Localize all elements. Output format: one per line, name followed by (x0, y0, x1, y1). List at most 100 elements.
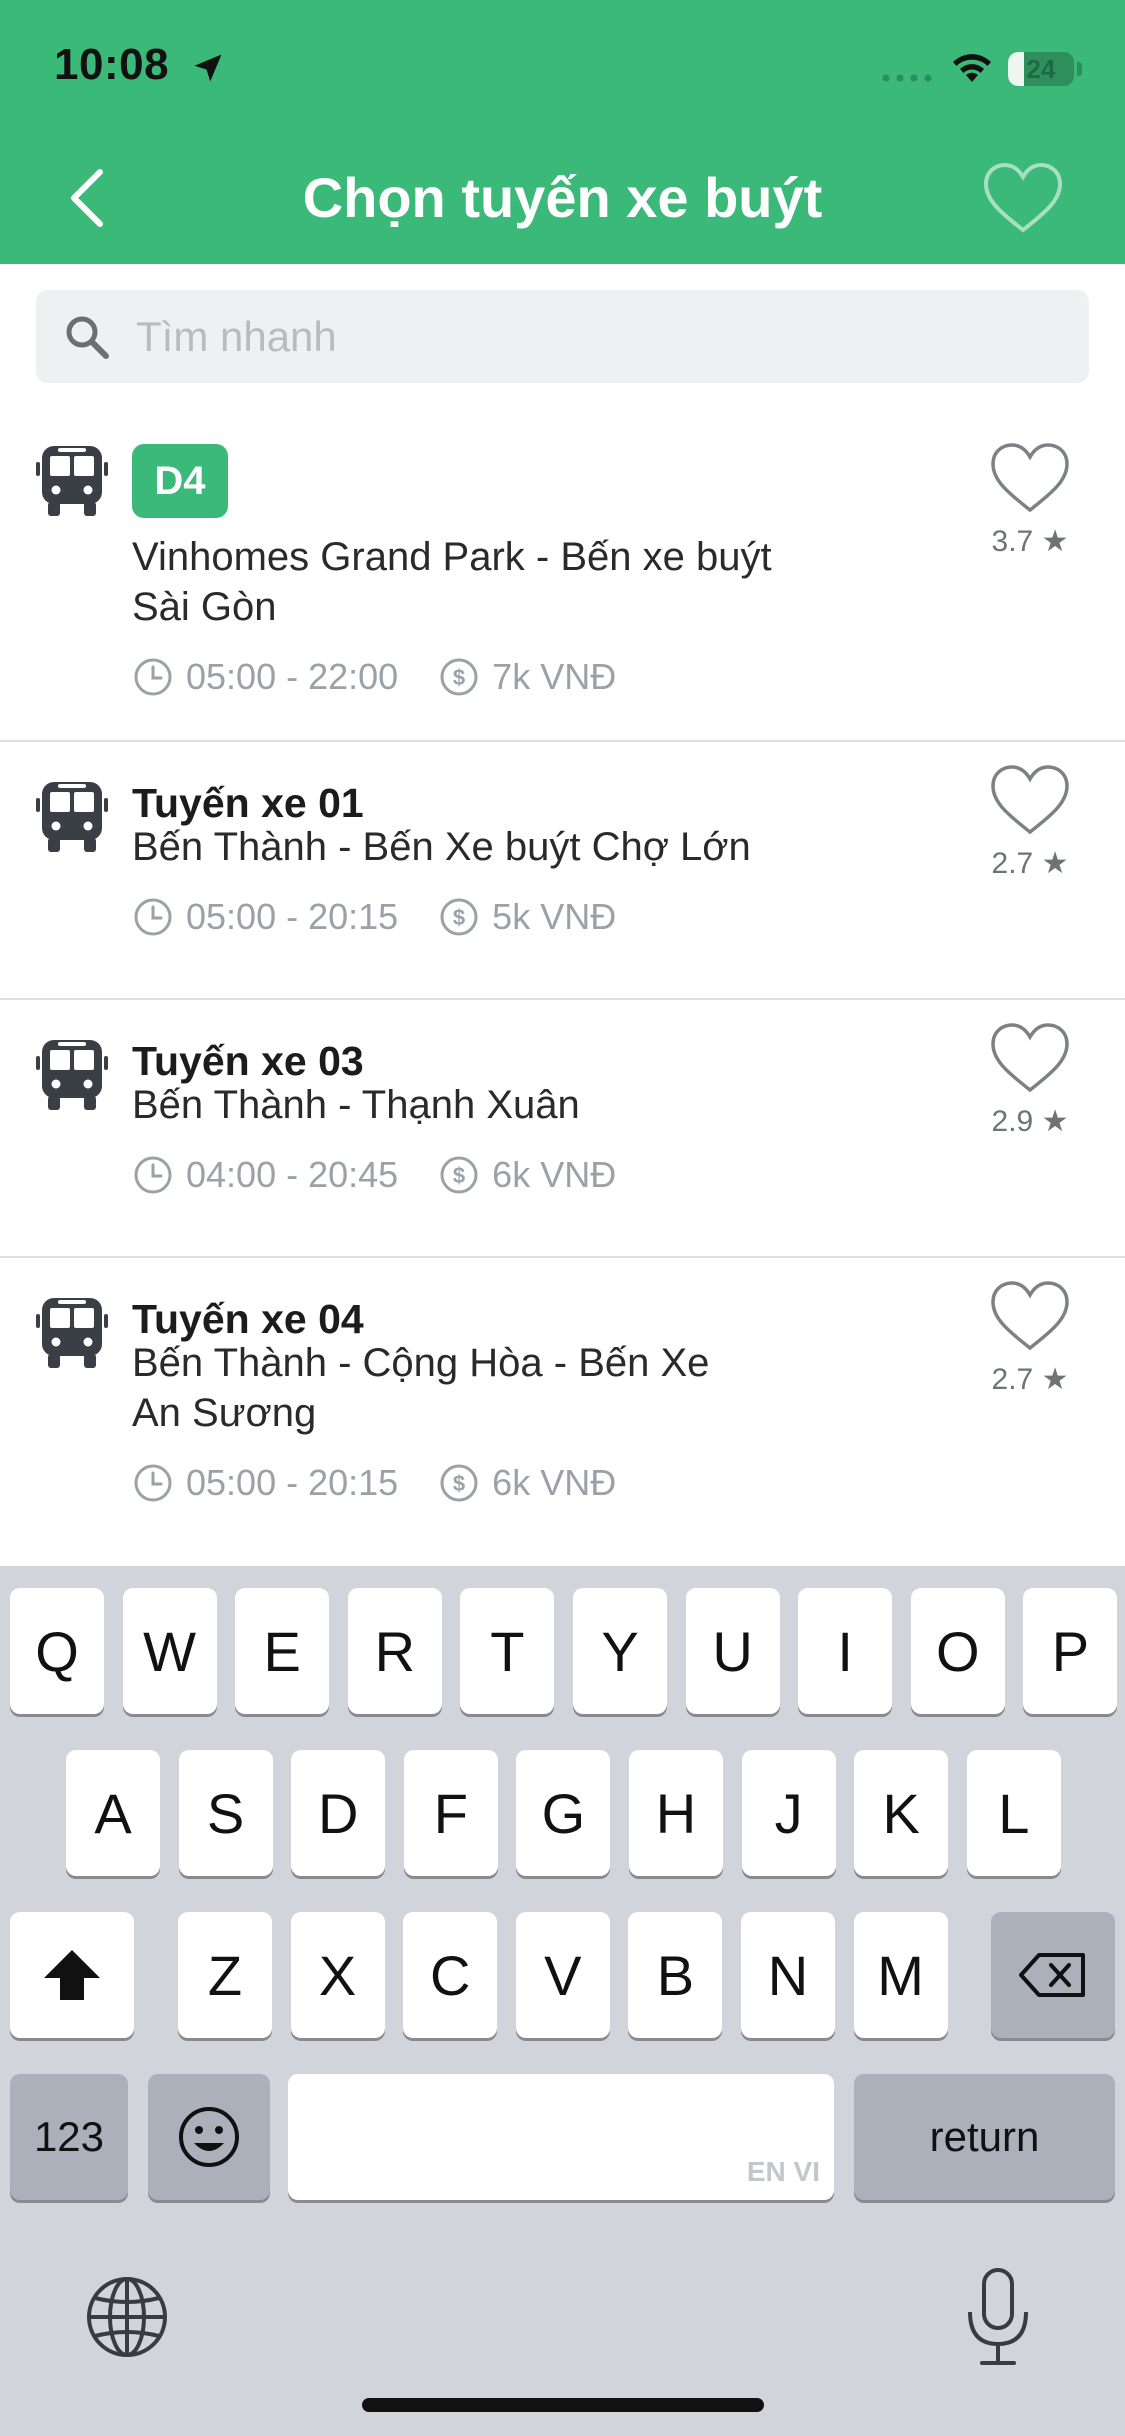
svg-text:$: $ (453, 1163, 465, 1188)
heart-outline-icon[interactable] (980, 160, 1066, 236)
key-s[interactable]: S (178, 1750, 273, 1876)
location-arrow-icon (194, 54, 222, 82)
key-t[interactable]: T (460, 1588, 555, 1714)
route-item[interactable]: D4 Vinhomes Grand Park - Bến xe buýt Sài G… (0, 420, 1125, 742)
numbers-key-label: 123 (33, 2113, 105, 2160)
route-fare: 7k VNĐ (492, 656, 617, 697)
cellular-signal-icon (882, 74, 932, 82)
coin-dollar-icon: $ (440, 1156, 478, 1194)
clock-icon (134, 658, 172, 696)
key-u[interactable]: U (685, 1588, 780, 1714)
route-item[interactable]: Tuyến xe 03 Bến Thành - Thạnh Xuân 04:00 -… (0, 1000, 1125, 1258)
key-d[interactable]: D (291, 1750, 386, 1876)
route-rating: 2.7 ★ (991, 847, 1069, 880)
key-v[interactable]: V (515, 1912, 610, 2038)
key-w[interactable]: W (122, 1588, 217, 1714)
route-badge: D4 (132, 444, 228, 518)
route-description: Bến Thành - Cộng Hòa - Bến Xe An Sương (132, 1338, 872, 1438)
app-screen: 10:08 24 Chọn tuyến xe buýt Tìm nhanh D4… (0, 0, 1125, 2436)
battery-charging-icon: 24 (1008, 52, 1074, 86)
space-key[interactable]: EN VI (288, 2074, 834, 2200)
clock-icon (134, 1464, 172, 1502)
route-description: Vinhomes Grand Park - Bến xe buýt Sài Gòn (132, 532, 872, 632)
svg-text:$: $ (453, 1471, 465, 1496)
bus-icon (36, 778, 108, 854)
route-description-line: An Sương (132, 1391, 317, 1435)
route-description: Bến Thành - Thạnh Xuân (132, 1080, 872, 1130)
route-name: Tuyến xe 04 (132, 1296, 364, 1342)
route-list: D4 Vinhomes Grand Park - Bến xe buýt Sài G… (0, 420, 1125, 1566)
key-n[interactable]: N (741, 1912, 835, 2038)
route-description-line: Vinhomes Grand Park - Bến xe buýt (132, 535, 772, 579)
numbers-key[interactable]: 123 (10, 2074, 128, 2200)
route-meta: 05:00 - 22:00 $7k VNĐ (132, 652, 656, 702)
route-hours: 04:00 - 20:45 (186, 1154, 399, 1195)
status-time: 10:08 (54, 40, 170, 89)
heart-outline-icon[interactable] (988, 1278, 1072, 1354)
microphone-icon[interactable] (958, 2266, 1038, 2368)
key-m[interactable]: M (853, 1912, 948, 2038)
key-e[interactable]: E (235, 1588, 330, 1714)
backspace-icon (1019, 1953, 1085, 1997)
bus-icon (36, 1294, 108, 1370)
heart-outline-icon[interactable] (988, 1020, 1072, 1096)
shift-key[interactable] (10, 1912, 134, 2038)
key-r[interactable]: R (347, 1588, 442, 1714)
page-title: Chọn tuyến xe buýt (302, 166, 823, 229)
back-button[interactable] (60, 160, 120, 236)
battery-cap (1077, 62, 1082, 76)
svg-text:$: $ (453, 905, 465, 930)
key-c[interactable]: C (403, 1912, 498, 2038)
route-name: Tuyến xe 01 (132, 780, 364, 826)
route-hours: 05:00 - 20:15 (186, 896, 399, 937)
route-hours: 05:00 - 20:15 (186, 1462, 399, 1503)
header-bar: 10:08 24 Chọn tuyến xe buýt (0, 0, 1125, 264)
globe-icon[interactable] (82, 2272, 172, 2362)
emoji-key[interactable] (148, 2074, 270, 2200)
key-q[interactable]: Q (10, 1588, 104, 1714)
return-key[interactable]: return (854, 2074, 1115, 2200)
key-x[interactable]: X (290, 1912, 385, 2038)
route-description-line: Bến Thành - Thạnh Xuân (132, 1083, 580, 1127)
key-k[interactable]: K (854, 1750, 949, 1876)
shift-icon (44, 1950, 100, 2000)
space-language-hint: EN VI (746, 2156, 820, 2187)
key-j[interactable]: J (741, 1750, 836, 1876)
heart-outline-icon[interactable] (988, 440, 1072, 516)
route-meta: 04:00 - 20:45 $6k VNĐ (132, 1150, 656, 1200)
route-item[interactable]: Tuyến xe 04 Bến Thành - Cộng Hòa - Bến Xe… (0, 1258, 1125, 1566)
key-z[interactable]: Z (178, 1912, 272, 2038)
key-g[interactable]: G (516, 1750, 611, 1876)
search-input[interactable] (136, 290, 1066, 383)
backspace-key[interactable] (991, 1912, 1115, 2038)
key-l[interactable]: L (966, 1750, 1061, 1876)
key-a[interactable]: A (66, 1750, 160, 1876)
route-item[interactable]: Tuyến xe 01 Bến Thành - Bến Xe buýt Chợ L… (0, 742, 1125, 1000)
route-name: Tuyến xe 03 (132, 1038, 364, 1084)
route-rating: 2.7 ★ (991, 1363, 1069, 1396)
home-indicator (362, 2398, 764, 2412)
search-icon (66, 316, 109, 359)
key-f[interactable]: F (403, 1750, 498, 1876)
clock-icon (134, 898, 172, 936)
key-o[interactable]: O (910, 1588, 1005, 1714)
clock-icon (134, 1156, 172, 1194)
battery-percentage: 24 (1026, 53, 1056, 84)
key-b[interactable]: B (628, 1912, 723, 2038)
route-description-line: Sài Gòn (132, 585, 277, 629)
return-key-label: return (929, 2113, 1040, 2160)
search-box[interactable] (36, 290, 1089, 383)
coin-dollar-icon: $ (440, 658, 478, 696)
route-meta: 05:00 - 20:15 $5k VNĐ (132, 892, 656, 942)
coin-dollar-icon: $ (440, 898, 478, 936)
key-p[interactable]: P (1023, 1588, 1118, 1714)
route-rating: 3.7 ★ (991, 525, 1069, 558)
key-h[interactable]: H (629, 1750, 723, 1876)
route-fare: 6k VNĐ (492, 1154, 617, 1195)
key-y[interactable]: Y (573, 1588, 667, 1714)
route-hours: 05:00 - 22:00 (186, 656, 399, 697)
heart-outline-icon[interactable] (988, 762, 1072, 838)
route-fare: 5k VNĐ (492, 896, 617, 937)
key-i[interactable]: I (798, 1588, 893, 1714)
coin-dollar-icon: $ (440, 1464, 478, 1502)
